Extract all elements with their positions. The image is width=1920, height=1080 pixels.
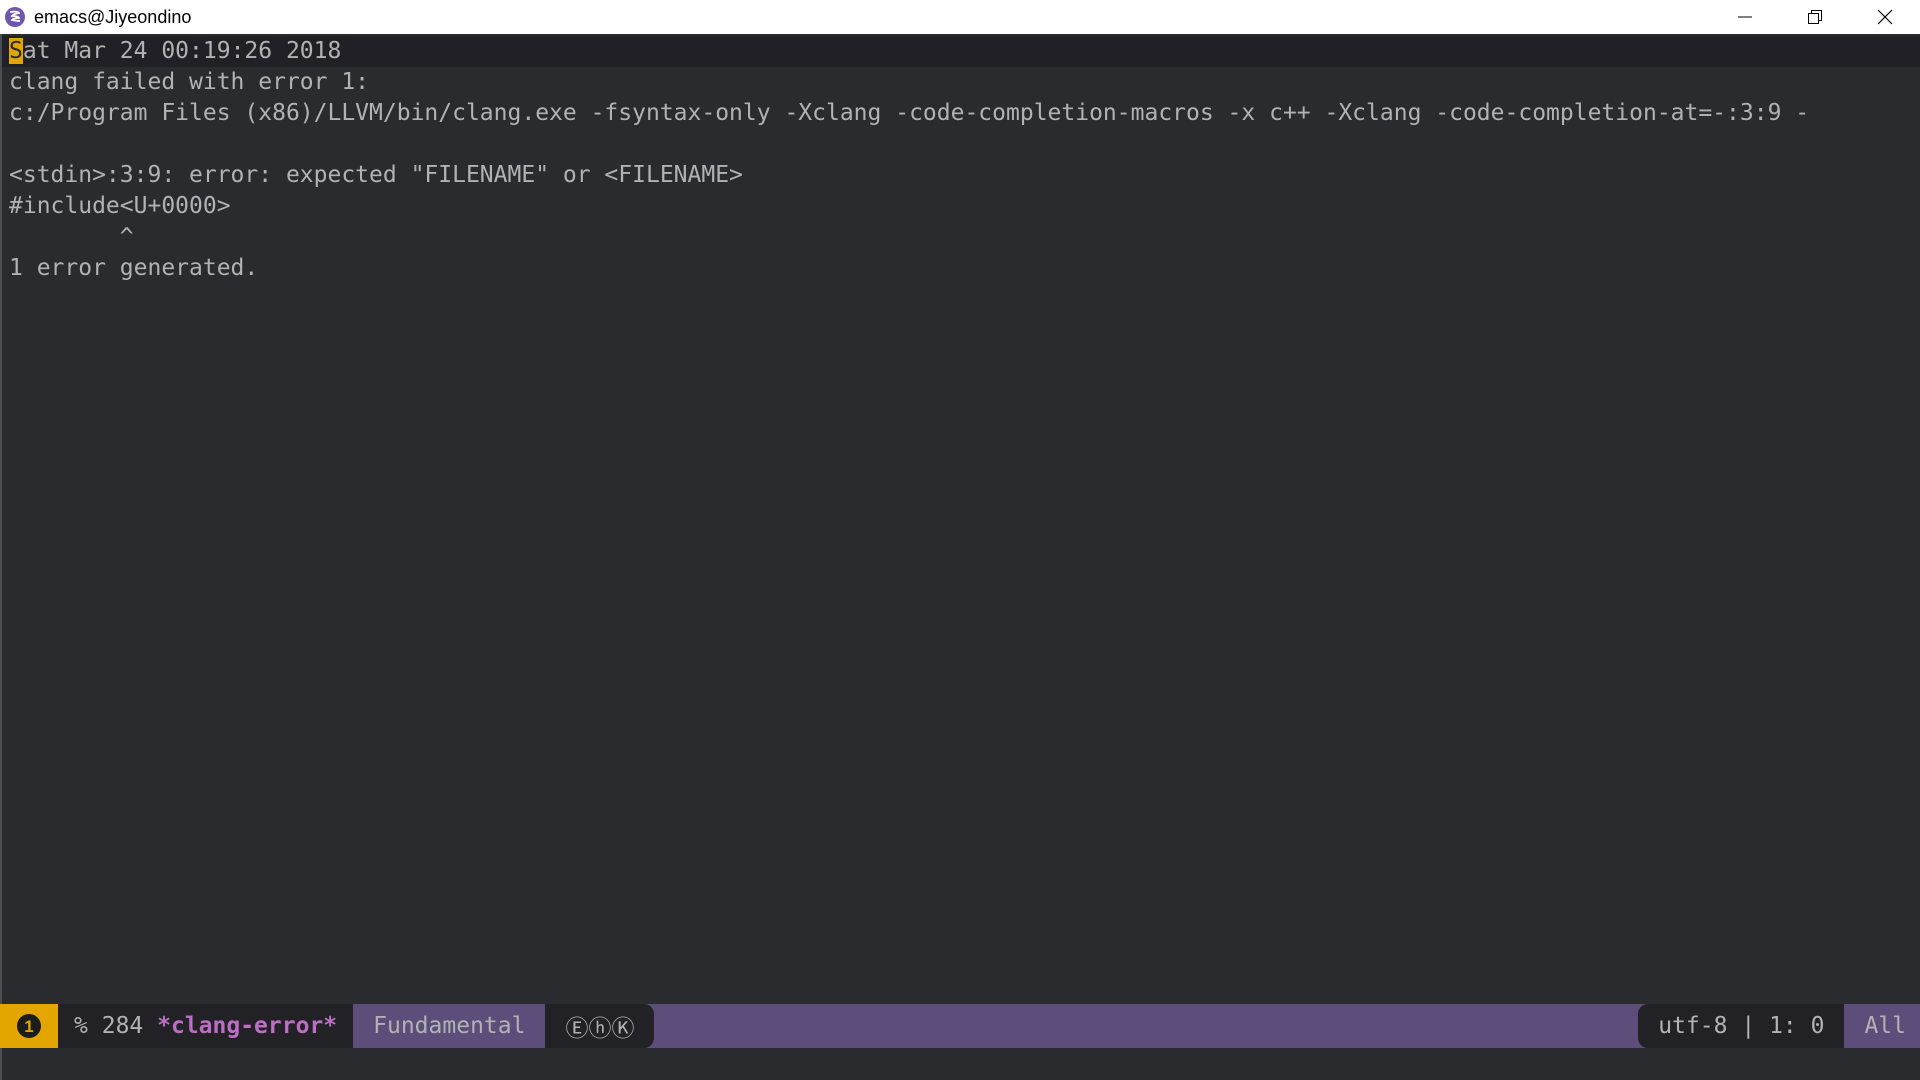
- buffer-line-7[interactable]: ^: [2, 222, 1920, 253]
- modified-flag: %: [74, 1013, 88, 1039]
- text-cursor: S: [9, 38, 23, 64]
- buffer-name[interactable]: *clang-error*: [157, 1013, 337, 1039]
- major-mode[interactable]: Fundamental: [353, 1004, 546, 1048]
- mode-line: 1 % 284 *clang-error* Fundamental ⒺⓗⓀ ut…: [0, 1004, 1920, 1048]
- editor-buffer[interactable]: Sat Mar 24 00:19:26 2018 clang failed wi…: [0, 34, 1920, 1004]
- separator: |: [1741, 1013, 1756, 1039]
- svg-text:1: 1: [24, 1017, 33, 1036]
- title-bar: emacs@Jiyeondino: [0, 0, 1920, 34]
- close-button[interactable]: [1850, 0, 1920, 34]
- emacs-icon: [4, 6, 26, 28]
- buffer-line-4[interactable]: [2, 129, 1920, 160]
- minimize-icon: [1738, 16, 1752, 18]
- echo-area[interactable]: [0, 1048, 1920, 1080]
- close-icon: [1877, 9, 1893, 25]
- buffer-size: 284: [101, 1013, 144, 1039]
- encoding-position[interactable]: utf-8 | 1: 0: [1638, 1004, 1845, 1048]
- buffer-line-1[interactable]: Sat Mar 24 00:19:26 2018: [2, 36, 1920, 67]
- buffer-line-5[interactable]: <stdin>:3:9: error: expected "FILENAME" …: [2, 160, 1920, 191]
- buffer-info[interactable]: % 284 *clang-error*: [58, 1004, 354, 1048]
- restore-icon: [1808, 10, 1822, 24]
- buffer-line-2[interactable]: clang failed with error 1:: [2, 67, 1920, 98]
- window-title: emacs@Jiyeondino: [34, 6, 192, 27]
- buffer-line-6[interactable]: #include<U+0000>: [2, 191, 1920, 222]
- restore-button[interactable]: [1780, 0, 1850, 34]
- buffer-line-8[interactable]: 1 error generated.: [2, 253, 1920, 284]
- minimize-button[interactable]: [1710, 0, 1780, 34]
- minor-modes[interactable]: ⒺⓗⓀ: [545, 1004, 655, 1048]
- cursor-position: 1: 0: [1769, 1013, 1825, 1039]
- mode-line-spacer: [654, 1004, 1638, 1048]
- scroll-position: All: [1844, 1004, 1920, 1048]
- window-number-icon: 1: [17, 1014, 41, 1038]
- window-number-badge[interactable]: 1: [0, 1004, 58, 1048]
- buffer-line-3[interactable]: c:/Program Files (x86)/LLVM/bin/clang.ex…: [2, 98, 1920, 129]
- encoding: utf-8: [1658, 1013, 1728, 1039]
